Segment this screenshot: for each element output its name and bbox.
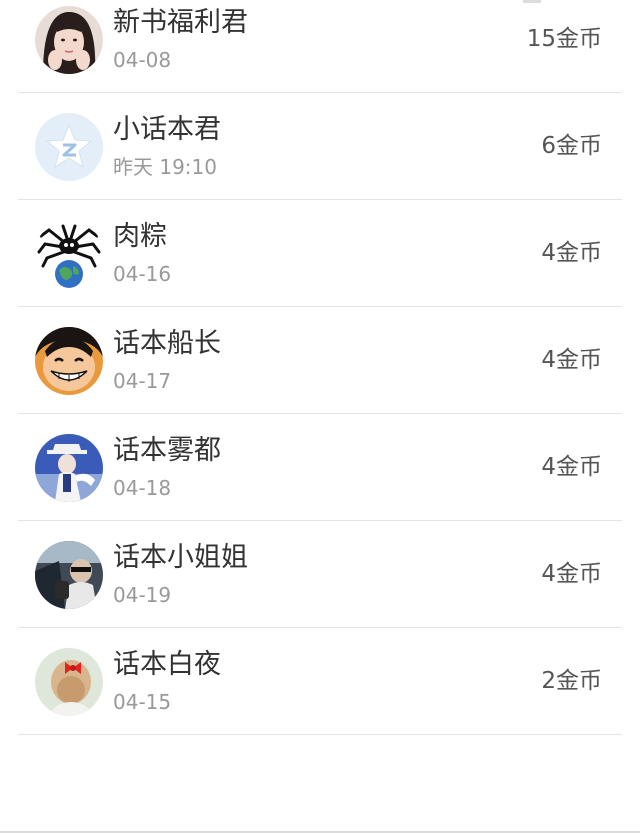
reward-date: 昨天 19:10: [113, 155, 217, 179]
list-item[interactable]: 小话本君 昨天 19:10 6金币: [18, 93, 622, 200]
girl-photo-avatar[interactable]: [35, 6, 103, 74]
car-photo-avatar[interactable]: [35, 541, 103, 609]
user-name: 话本小姐姐: [113, 542, 248, 573]
reward-date: 04-19: [113, 583, 172, 607]
reward-date: 04-08: [113, 48, 172, 72]
anime-boy-avatar[interactable]: [35, 327, 103, 395]
coin-amount: 4金币: [541, 347, 602, 373]
coin-amount: 15金币: [526, 26, 602, 52]
bow-girl-avatar[interactable]: [35, 648, 103, 716]
coin-amount: 6金币: [541, 133, 602, 159]
reward-list-page: 新书福利君 04-08 15金币 小话本君 昨天 19:10 6金币 肉粽 04…: [0, 0, 640, 833]
user-name: 话本船长: [113, 328, 221, 359]
list-item[interactable]: 新书福利君 04-08 15金币: [18, 0, 622, 93]
list-item[interactable]: 话本小姐姐 04-19 4金币: [18, 521, 622, 628]
coin-amount: 4金币: [541, 240, 602, 266]
user-name: 话本雾都: [113, 435, 221, 466]
list-item[interactable]: 话本白夜 04-15 2金币: [18, 628, 622, 735]
reward-date: 04-17: [113, 369, 172, 393]
list-item[interactable]: 肉粽 04-16 4金币: [18, 200, 622, 307]
reward-date: 04-18: [113, 476, 172, 500]
hat-figure-avatar[interactable]: [35, 434, 103, 502]
star-logo-avatar[interactable]: [35, 113, 103, 181]
coin-amount: 4金币: [541, 454, 602, 480]
reward-date: 04-16: [113, 262, 172, 286]
reward-date: 04-15: [113, 690, 172, 714]
coin-amount: 2金币: [541, 668, 602, 694]
list-item[interactable]: 话本雾都 04-18 4金币: [18, 414, 622, 521]
user-name: 话本白夜: [113, 649, 221, 680]
coin-amount: 4金币: [541, 561, 602, 587]
user-name: 新书福利君: [113, 7, 248, 38]
spider-globe-avatar[interactable]: [35, 220, 103, 288]
user-name: 小话本君: [113, 114, 221, 145]
list-item[interactable]: 话本船长 04-17 4金币: [18, 307, 622, 414]
user-name: 肉粽: [113, 221, 167, 252]
reward-list: 新书福利君 04-08 15金币 小话本君 昨天 19:10 6金币 肉粽 04…: [18, 0, 622, 735]
